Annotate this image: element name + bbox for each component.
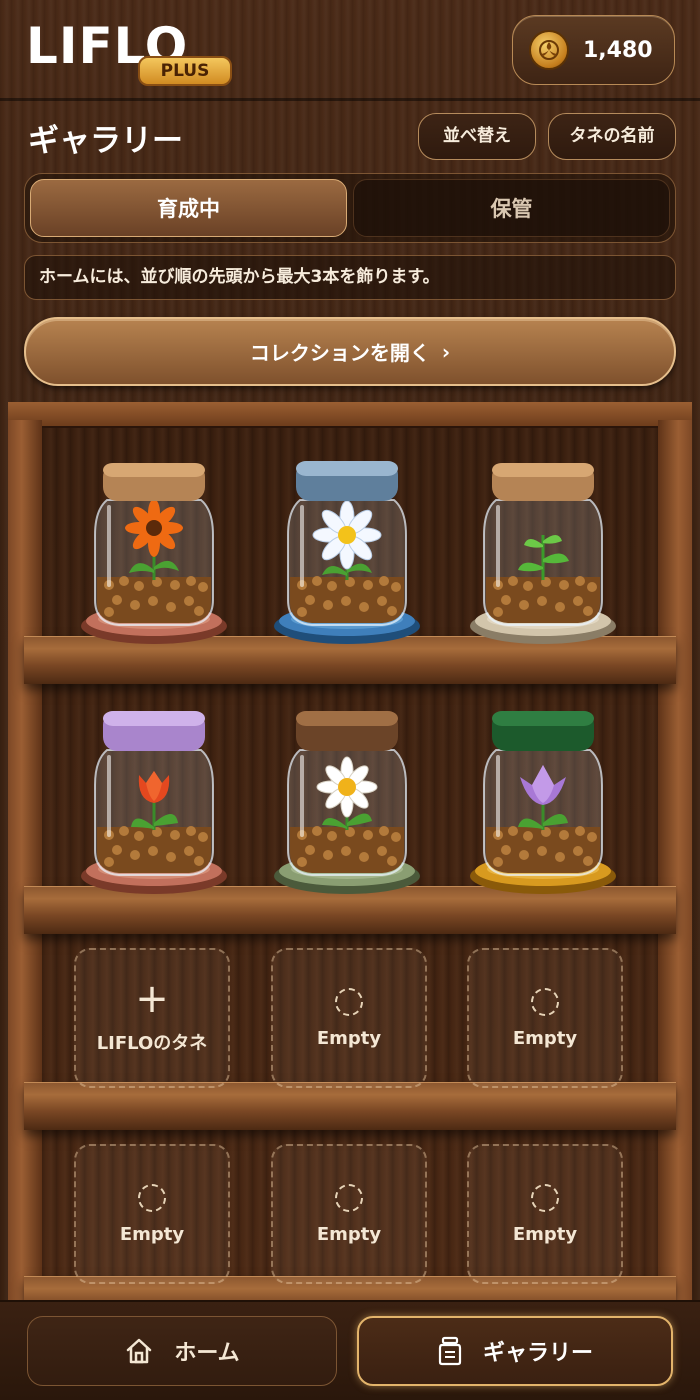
slot-label: Empty [512,1027,578,1049]
empty-circle-icon [531,1183,559,1212]
tab-storage[interactable]: 保管 [353,179,670,237]
home-icon [127,1338,152,1364]
empty-slot[interactable]: Empty [271,1144,427,1284]
nav-home-button[interactable]: ホーム [27,1316,337,1386]
open-collection-button[interactable]: コレクションを開く › [24,317,676,386]
jar-sprout[interactable] [468,455,618,655]
add-seed-slot[interactable]: + LIFLOのタネ [74,948,230,1088]
jar-white-daisy[interactable] [272,455,422,655]
empty-slot[interactable]: Empty [271,948,427,1088]
jar-white-daisy-2[interactable] [272,705,422,905]
shelf-top [8,402,692,428]
empty-circle-icon [335,1183,363,1212]
shelf-side-right [658,420,692,1320]
info-message: ホームには、並び順の先頭から最大3本を飾ります。 [24,255,676,300]
chevron-right-icon: › [441,339,451,364]
open-collection-label: コレクションを開く [249,341,430,365]
coin-balance[interactable]: 1,480 [512,15,675,85]
empty-circle-icon [138,1183,166,1212]
jar-graphic [470,711,616,894]
jar-graphic [470,463,616,644]
shelf-side-left [8,420,42,1320]
tab-growing[interactable]: 育成中 [30,179,347,237]
jar-orange-gerbera[interactable] [79,455,229,655]
empty-circle-icon [531,987,559,1016]
empty-circle-icon [335,987,363,1016]
jar-purple-tulip[interactable] [468,705,618,905]
shelf-plank [24,1082,676,1130]
nav-home-label: ホーム [174,1341,240,1366]
logo-plus-badge: PLUS [138,56,232,86]
jar-graphic [274,461,420,644]
jar-graphic [81,711,227,894]
plus-icon: + [135,976,169,1022]
slot-label: Empty [119,1223,185,1245]
slot-label: Empty [316,1223,382,1245]
jar-graphic [81,463,227,644]
coin-icon [529,30,569,70]
jar-red-tulip[interactable] [79,705,229,905]
jar-graphic [274,711,420,894]
bottom-nav: ホーム ギャラリー [0,1300,700,1400]
header-divider [0,98,700,101]
page-title: ギャラリー [28,123,183,159]
slot-label: Empty [512,1223,578,1245]
empty-slot[interactable]: Empty [467,948,623,1088]
nav-gallery-button[interactable]: ギャラリー [357,1316,673,1386]
jar-icon [438,1336,462,1366]
app-logo: LIFLO PLUS [26,20,232,86]
sort-button[interactable]: 並べ替え [418,113,536,160]
empty-slot[interactable]: Empty [74,1144,230,1284]
top-bar: LIFLO PLUS 1,480 [0,0,700,100]
slot-label: Empty [316,1027,382,1049]
nav-gallery-label: ギャラリー [482,1341,593,1366]
seed-name-button[interactable]: タネの名前 [548,113,676,160]
coin-amount: 1,480 [583,37,653,63]
empty-slot[interactable]: Empty [467,1144,623,1284]
slot-label: LIFLOのタネ [96,1033,208,1054]
gallery-tabs: 育成中 保管 [24,173,676,243]
